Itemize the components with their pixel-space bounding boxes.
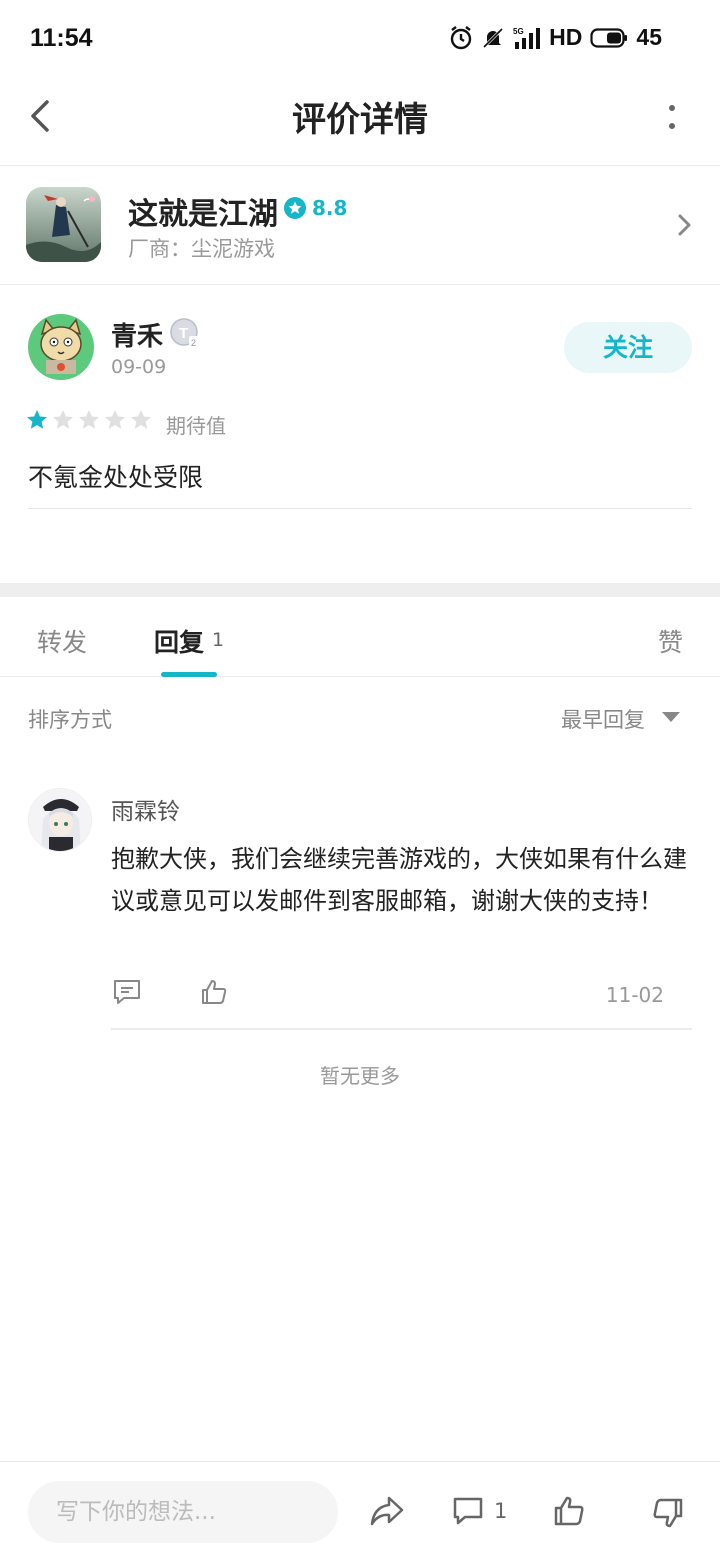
comment-icon[interactable] [112,978,142,1006]
game-card[interactable]: 这就是江湖 8.8 厂商：尘泥游戏 [0,167,720,285]
star-icon [131,410,151,429]
reviewer-name[interactable]: 青禾 [111,316,163,353]
rating-value: 8.8 [312,196,348,220]
replier-name[interactable]: 雨霖铃 [111,792,180,826]
star-icon [27,410,47,429]
star-rating [26,409,152,431]
comment-icon[interactable] [452,1496,484,1526]
divider [28,508,692,509]
game-icon [26,187,101,262]
more-vertical-icon[interactable] [660,100,684,136]
star-icon [105,410,125,429]
reply-count: 1 [212,629,225,651]
mute-bell-icon [483,27,504,48]
tab-bar: 转发 回复 1 赞 [0,597,720,677]
app-header: 评价详情 [0,80,720,166]
reply-text: 抱歉大侠，我们会继续完善游戏的，大侠如果有什么建议或意见可以发邮件到客服邮箱，谢… [111,845,687,915]
comment-count: 1 [494,1499,508,1523]
alarm-icon [450,25,472,49]
rating-star-icon [284,197,306,219]
sort-dropdown[interactable]: 最早回复 [561,704,645,734]
network-label: 5G [513,27,524,36]
caret-down-icon[interactable] [662,712,680,722]
reply-item: 雨霖铃 抱歉大侠，我们会继续完善游戏的，大侠如果有什么建议或意见可以发邮件到客服… [0,780,720,1030]
status-bar: 11:54 5G HD 45 [0,0,720,80]
tab-reply[interactable]: 回复 [154,623,204,659]
review-date: 09-09 [111,356,167,378]
comment-input[interactable] [28,1481,338,1543]
sort-label: 排序方式 [28,708,112,732]
star-icon [79,410,99,429]
status-icons: 5G HD 45 [449,24,662,51]
review-text: 不氪金处处受限 [28,463,204,492]
follow-button[interactable]: 关注 [564,322,692,373]
review-card: 青禾 T 2 09-09 关注 期待值 不氪金处处受限 [0,286,720,582]
level-badge-icon: T 2 [170,318,199,348]
status-time: 11:54 [30,24,93,52]
tab-forward[interactable]: 转发 [37,623,87,659]
page-title: 评价详情 [292,100,428,140]
thumbs-down-icon[interactable] [652,1497,684,1529]
signal-icon: 5G [513,27,541,49]
tab-like[interactable]: 赞 [658,623,683,659]
star-icon [53,410,73,429]
game-name: 这就是江湖 [128,197,278,232]
section-separator [0,583,720,597]
svg-text:2: 2 [191,338,196,348]
game-developer: 厂商：尘泥游戏 [128,237,275,261]
bottom-action-bar: 1 [0,1461,720,1560]
game-rating: 8.8 [284,196,347,220]
divider [111,1028,692,1030]
avatar[interactable] [28,314,94,380]
battery-icon [590,27,628,48]
battery-level: 45 [636,24,662,50]
chevron-right-icon [678,214,691,236]
thumbs-up-icon[interactable] [553,1495,585,1527]
hd-label: HD [549,24,583,50]
thumbs-up-icon[interactable] [200,978,228,1006]
avatar[interactable] [28,788,92,852]
tab-active-indicator [161,672,217,677]
svg-text:T: T [179,325,188,342]
no-more-label: 暂无更多 [320,1064,400,1088]
reply-date: 11-02 [605,983,664,1007]
star-label: 期待值 [166,414,226,438]
share-icon[interactable] [369,1494,405,1528]
